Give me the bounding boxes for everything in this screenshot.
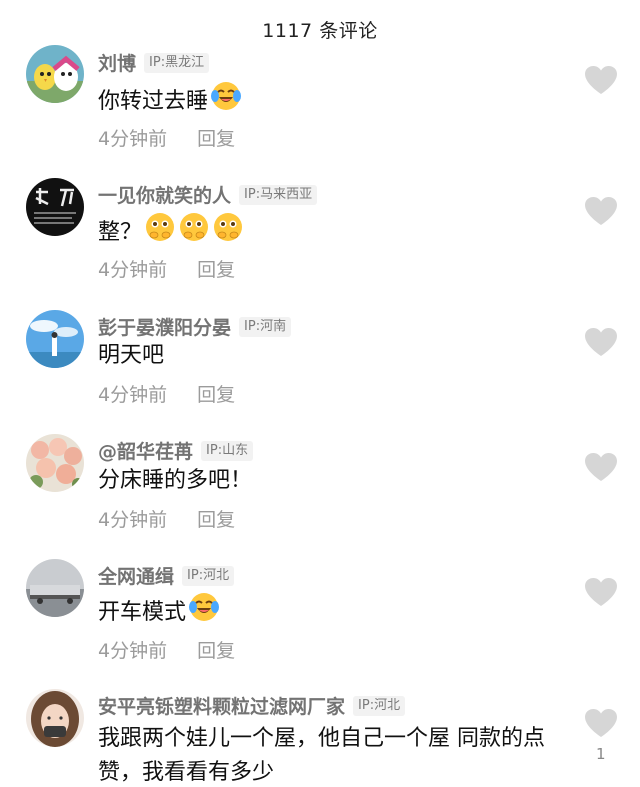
avatar[interactable]	[26, 310, 84, 368]
heart-icon	[585, 66, 617, 94]
username[interactable]: 刘博	[98, 49, 136, 76]
username[interactable]: 全网通缉	[98, 562, 174, 589]
comment-meta: 4分钟前 回复	[98, 124, 235, 151]
ip-badge: IP:马来西亚	[239, 184, 318, 205]
like-count: 1	[596, 745, 606, 763]
comment-time: 4分钟前	[98, 128, 168, 150]
like-button[interactable]	[584, 65, 618, 95]
comment-text-content: 整？	[98, 220, 143, 245]
ip-badge: IP:黑龙江	[144, 52, 210, 73]
comment-text: 你转过去睡	[98, 80, 242, 124]
shy-face-icon	[178, 211, 210, 255]
heart-icon	[585, 197, 617, 225]
comment-text: 我跟两个娃儿一个屋，他自己一个屋 同款的点赞，我看看有多少	[98, 722, 558, 787]
comments-panel: 1117 条评论 刘博 IP:黑龙江 你转过去睡 4分钟前 回复 一见你就笑的人…	[0, 0, 640, 787]
like-button[interactable]	[584, 327, 618, 357]
laughing-crying-icon	[188, 591, 220, 635]
laughing-crying-icon	[210, 80, 242, 124]
avatar[interactable]	[26, 45, 84, 103]
comment-meta: 4分钟前 回复	[98, 505, 235, 532]
comment-text: 明天吧	[98, 338, 164, 374]
like-button[interactable]	[584, 708, 618, 738]
comment-meta: 4分钟前 回复	[98, 380, 235, 407]
heart-icon	[585, 578, 617, 606]
like-button[interactable]	[584, 196, 618, 226]
shy-face-icon	[144, 211, 176, 255]
comment-text: 整？	[98, 211, 244, 255]
comment-time: 4分钟前	[98, 509, 168, 531]
comment-text-content: 明天吧	[98, 343, 165, 368]
shy-face-icon	[212, 211, 244, 255]
username[interactable]: 一见你就笑的人	[98, 181, 231, 208]
username[interactable]: @韶华荏苒	[98, 437, 193, 464]
comment-text: 开车模式	[98, 591, 220, 635]
comment-time: 4分钟前	[98, 259, 168, 281]
comment-text-content: 开车模式	[98, 600, 187, 625]
comment-time: 4分钟前	[98, 640, 168, 662]
comment-meta: 4分钟前 回复	[98, 636, 235, 663]
like-button[interactable]	[584, 577, 618, 607]
avatar[interactable]	[26, 434, 84, 492]
comment-text-content: 我跟两个娃儿一个屋，他自己一个屋 同款的点赞，我看看有多少	[98, 726, 545, 785]
username[interactable]: 彭于晏濮阳分晏	[98, 313, 231, 340]
comment-text-content: 你转过去睡	[98, 89, 209, 114]
heart-icon	[585, 709, 617, 737]
heart-icon	[585, 328, 617, 356]
comments-count-title: 1117 条评论	[262, 20, 378, 42]
like-button[interactable]	[584, 452, 618, 482]
comment-text-content: 分床睡的多吧！	[98, 468, 253, 493]
comment-meta: 4分钟前 回复	[98, 255, 235, 282]
avatar[interactable]	[26, 178, 84, 236]
reply-button[interactable]: 回复	[197, 380, 235, 407]
ip-badge: IP:山东	[201, 440, 254, 461]
reply-button[interactable]: 回复	[197, 124, 235, 151]
comment-time: 4分钟前	[98, 384, 168, 406]
reply-button[interactable]: 回复	[197, 505, 235, 532]
comment-text: 分床睡的多吧！	[98, 463, 252, 499]
reply-button[interactable]: 回复	[197, 255, 235, 282]
reply-button[interactable]: 回复	[197, 636, 235, 663]
username[interactable]: 安平亮铄塑料颗粒过滤网厂家	[98, 692, 345, 719]
avatar[interactable]	[26, 559, 84, 617]
ip-badge: IP:河北	[353, 695, 406, 716]
avatar[interactable]	[26, 689, 84, 747]
heart-icon	[585, 453, 617, 481]
ip-badge: IP:河北	[182, 565, 235, 586]
ip-badge: IP:河南	[239, 316, 292, 337]
